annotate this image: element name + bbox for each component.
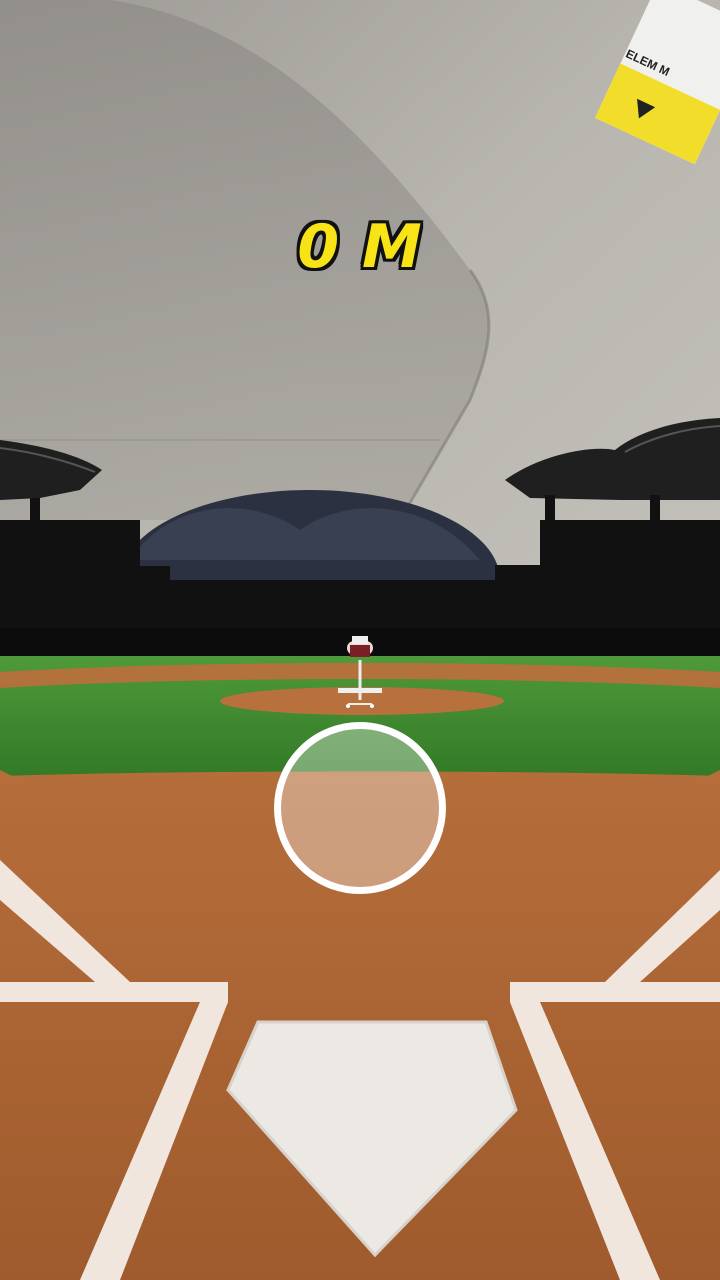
ar-camera-scene <box>0 0 720 1280</box>
aim-reticle[interactable] <box>274 722 446 894</box>
distance-readout: 0 M <box>297 212 423 282</box>
game-canvas[interactable] <box>0 0 720 1280</box>
sticker-text: ELEM M <box>623 46 672 79</box>
